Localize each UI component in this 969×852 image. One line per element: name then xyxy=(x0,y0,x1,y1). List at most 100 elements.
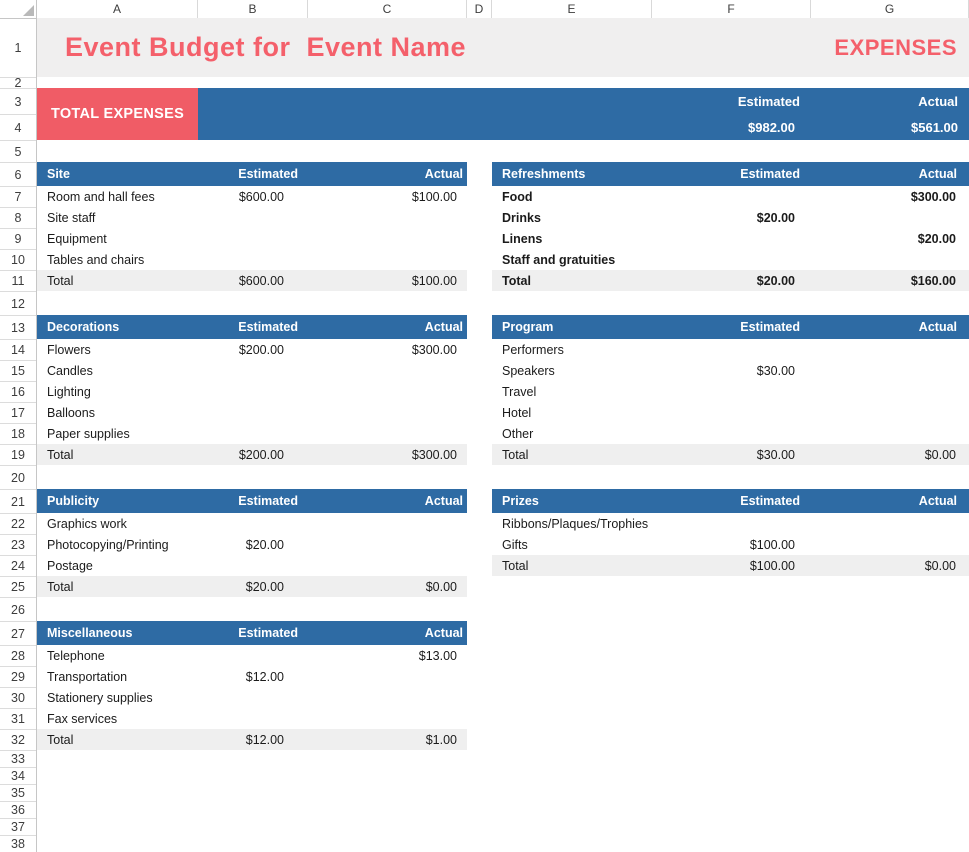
row-label-cell[interactable]: Performers xyxy=(492,343,651,357)
row-number-cell[interactable]: 21 xyxy=(0,490,36,514)
summary-estimated-header[interactable]: Estimated xyxy=(652,94,811,109)
row-number-cell[interactable]: 1 xyxy=(0,19,36,78)
summary-actual-header[interactable]: Actual xyxy=(811,94,969,109)
row-label-cell[interactable]: Transportation xyxy=(37,670,198,684)
estimated-cell[interactable]: $12.00 xyxy=(198,733,308,747)
row-number-cell[interactable]: 37 xyxy=(0,819,36,836)
row-label-cell[interactable]: Paper supplies xyxy=(37,427,198,441)
estimated-column-header[interactable]: Estimated xyxy=(651,494,811,508)
estimated-cell[interactable]: $200.00 xyxy=(198,448,308,462)
row-label-cell[interactable]: Food xyxy=(492,190,651,204)
row-number-cell[interactable]: 36 xyxy=(0,802,36,819)
row-number-cell[interactable]: 15 xyxy=(0,361,36,382)
row-label-cell[interactable]: Speakers xyxy=(492,364,651,378)
row-number-cell[interactable]: 28 xyxy=(0,646,36,667)
actual-cell[interactable]: $160.00 xyxy=(811,274,969,288)
column-header-cell[interactable]: D xyxy=(467,0,492,18)
section-title[interactable]: Refreshments xyxy=(492,167,651,181)
row-label-cell[interactable]: Site staff xyxy=(37,211,198,225)
actual-cell[interactable]: $300.00 xyxy=(308,448,467,462)
section-title[interactable]: Decorations xyxy=(37,320,198,334)
row-number-cell[interactable]: 31 xyxy=(0,709,36,730)
row-label-cell[interactable]: Ribbons/Plaques/Trophies xyxy=(492,517,651,531)
actual-cell[interactable]: $13.00 xyxy=(308,649,467,663)
row-number-cell[interactable]: 38 xyxy=(0,836,36,852)
row-label-cell[interactable]: Stationery supplies xyxy=(37,691,198,705)
estimated-cell[interactable]: $20.00 xyxy=(198,538,308,552)
estimated-cell[interactable]: $20.00 xyxy=(198,580,308,594)
actual-column-header[interactable]: Actual xyxy=(811,167,969,181)
estimated-column-header[interactable]: Estimated xyxy=(198,167,308,181)
actual-cell[interactable]: $20.00 xyxy=(811,232,969,246)
row-label-cell[interactable]: Equipment xyxy=(37,232,198,246)
row-number-cell[interactable]: 4 xyxy=(0,115,36,141)
row-label-cell[interactable]: Photocopying/Printing xyxy=(37,538,198,552)
section-title[interactable]: Program xyxy=(492,320,651,334)
row-label-cell[interactable]: Travel xyxy=(492,385,651,399)
row-number-cell[interactable]: 17 xyxy=(0,403,36,424)
actual-column-header[interactable]: Actual xyxy=(308,626,467,640)
row-number-cell[interactable]: 26 xyxy=(0,598,36,622)
actual-column-header[interactable]: Actual xyxy=(308,167,467,181)
actual-column-header[interactable]: Actual xyxy=(308,320,467,334)
actual-cell[interactable]: $100.00 xyxy=(308,190,467,204)
row-label-cell[interactable]: Other xyxy=(492,427,651,441)
estimated-cell[interactable]: $600.00 xyxy=(198,274,308,288)
row-number-cell[interactable]: 34 xyxy=(0,768,36,785)
row-label-cell[interactable]: Total xyxy=(492,448,651,462)
column-header-cell[interactable]: G xyxy=(811,0,969,18)
estimated-column-header[interactable]: Estimated xyxy=(198,320,308,334)
row-number-cell[interactable]: 14 xyxy=(0,340,36,361)
row-label-cell[interactable]: Hotel xyxy=(492,406,651,420)
section-title[interactable]: Site xyxy=(37,167,198,181)
row-number-cell[interactable]: 3 xyxy=(0,89,36,115)
row-number-cell[interactable]: 22 xyxy=(0,514,36,535)
section-title[interactable]: Publicity xyxy=(37,494,198,508)
row-label-cell[interactable]: Linens xyxy=(492,232,651,246)
row-number-cell[interactable]: 35 xyxy=(0,785,36,802)
row-label-cell[interactable]: Tables and chairs xyxy=(37,253,198,267)
estimated-cell[interactable]: $30.00 xyxy=(651,448,811,462)
row-label-cell[interactable]: Fax services xyxy=(37,712,198,726)
estimated-cell[interactable]: $30.00 xyxy=(651,364,811,378)
actual-cell[interactable]: $100.00 xyxy=(308,274,467,288)
row-number-cell[interactable]: 16 xyxy=(0,382,36,403)
title-cell[interactable]: Event Budget for Event Name EXPENSES xyxy=(37,18,969,77)
actual-cell[interactable]: $0.00 xyxy=(811,448,969,462)
column-header-cell[interactable]: F xyxy=(652,0,811,18)
actual-cell[interactable]: $0.00 xyxy=(308,580,467,594)
select-all-button[interactable] xyxy=(0,0,37,18)
row-label-cell[interactable]: Total xyxy=(492,559,651,573)
section-title[interactable]: Prizes xyxy=(492,494,651,508)
section-title[interactable]: Miscellaneous xyxy=(37,626,198,640)
row-number-cell[interactable]: 8 xyxy=(0,208,36,229)
row-number-cell[interactable]: 24 xyxy=(0,556,36,577)
row-number-cell[interactable]: 33 xyxy=(0,751,36,768)
row-label-cell[interactable]: Total xyxy=(492,274,651,288)
row-number-cell[interactable]: 23 xyxy=(0,535,36,556)
estimated-cell[interactable]: $600.00 xyxy=(198,190,308,204)
row-label-cell[interactable]: Room and hall fees xyxy=(37,190,198,204)
actual-cell[interactable]: $1.00 xyxy=(308,733,467,747)
estimated-cell[interactable]: $20.00 xyxy=(651,274,811,288)
summary-actual-value[interactable]: $561.00 xyxy=(811,120,969,135)
row-number-cell[interactable]: 25 xyxy=(0,577,36,598)
total-expenses-label-cell[interactable]: TOTAL EXPENSES xyxy=(37,88,198,140)
column-header-cell[interactable]: C xyxy=(308,0,467,18)
row-number-cell[interactable]: 18 xyxy=(0,424,36,445)
estimated-cell[interactable]: $200.00 xyxy=(198,343,308,357)
estimated-column-header[interactable]: Estimated xyxy=(651,167,811,181)
estimated-cell[interactable]: $12.00 xyxy=(198,670,308,684)
row-number-cell[interactable]: 32 xyxy=(0,730,36,751)
row-label-cell[interactable]: Graphics work xyxy=(37,517,198,531)
row-label-cell[interactable]: Lighting xyxy=(37,385,198,399)
row-number-cell[interactable]: 20 xyxy=(0,466,36,490)
actual-column-header[interactable]: Actual xyxy=(811,320,969,334)
row-number-cell[interactable]: 19 xyxy=(0,445,36,466)
row-number-cell[interactable]: 12 xyxy=(0,292,36,316)
row-label-cell[interactable]: Balloons xyxy=(37,406,198,420)
column-header-cell[interactable]: A xyxy=(37,0,198,18)
actual-cell[interactable]: $300.00 xyxy=(811,190,969,204)
row-number-cell[interactable]: 27 xyxy=(0,622,36,646)
row-label-cell[interactable]: Postage xyxy=(37,559,198,573)
